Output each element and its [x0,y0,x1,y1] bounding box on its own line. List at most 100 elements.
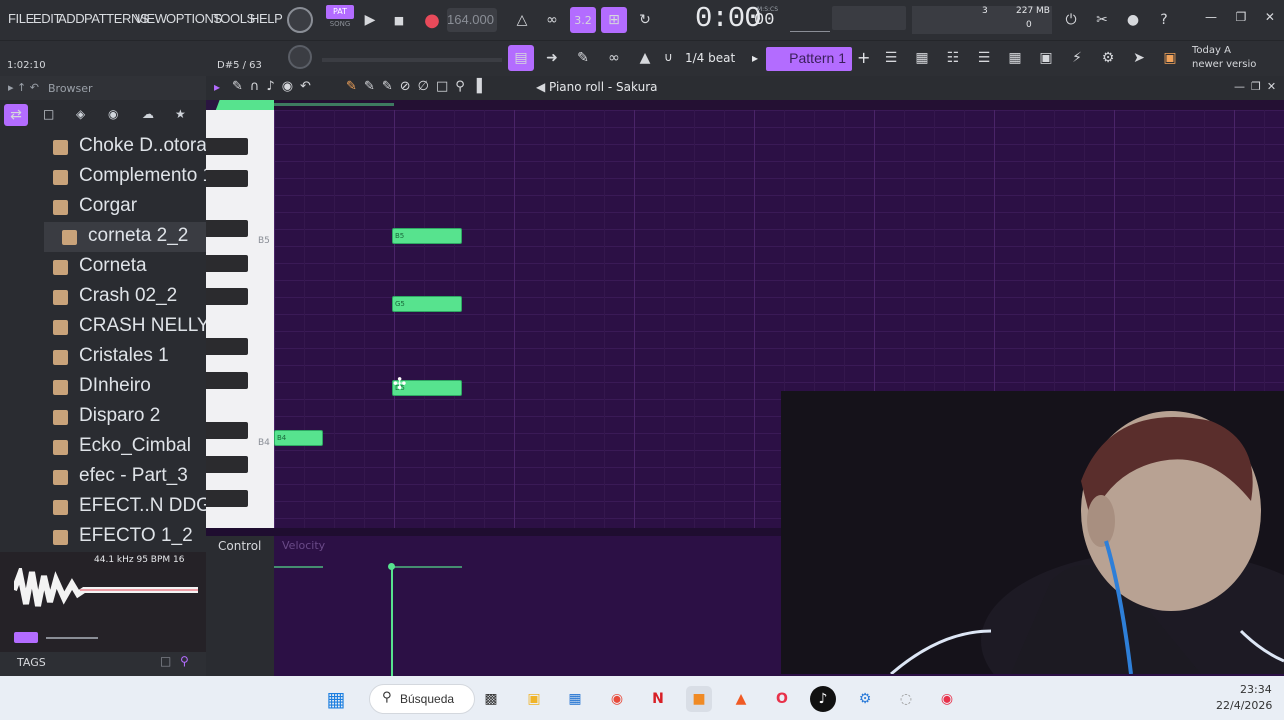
snap-value[interactable]: 1/4 beat [685,51,735,65]
note[interactable]: B4 [274,430,323,446]
velocity-stem[interactable] [391,566,393,676]
black-key[interactable] [206,338,248,355]
loop-record-button[interactable]: ↻ [632,7,658,33]
browser-item[interactable]: Corgar [50,192,206,222]
news-line-1[interactable]: Today A [1192,45,1231,56]
cloud-tab-icon[interactable]: ☁ [142,107,154,121]
browser-item[interactable]: Choke D..otora 2 [50,132,206,162]
mixer-button[interactable]: ☰ [971,45,997,71]
menu-help[interactable]: HELP [250,11,283,26]
menu-tools[interactable]: TOOLS [213,11,255,26]
browser-item[interactable]: Disparo 2 [50,402,206,432]
velocity-bar[interactable] [392,566,462,568]
netflix-button[interactable]: N [645,686,671,712]
start-button[interactable]: ▦ [323,686,349,712]
browser-item[interactable]: Ecko_Cimbal [50,432,206,462]
master-volume-knob[interactable] [287,7,313,33]
timeline-bar[interactable] [274,100,1284,110]
speaker-icon[interactable]: ◀ [536,80,545,94]
menu-edit[interactable]: EDIT [33,11,61,26]
tempo-display[interactable]: 164.000 [447,8,497,32]
folder-icon[interactable]: □ [160,654,171,668]
browser-item[interactable]: EFECT..N DDGH [50,492,206,522]
velocity-bar[interactable] [274,566,323,568]
black-key[interactable] [206,220,248,237]
piano-roll-menu-icon[interactable]: ▸ [214,80,220,94]
browser-item[interactable]: Cristales 1 [50,342,206,372]
star-icon[interactable]: ★ [175,107,186,121]
stamp-button[interactable]: ▲ [632,45,658,71]
black-key[interactable] [206,255,248,272]
preview-play-button[interactable] [14,632,38,643]
black-key[interactable] [206,456,248,473]
browser-item[interactable]: corneta 2_2 [44,222,206,252]
project-button[interactable]: ▣ [1033,45,1059,71]
browser-item[interactable]: CRASH NELLY_2 [50,312,206,342]
edit-tools[interactable]: ✎✎⊘∅□⚲▐ [364,79,489,94]
add-pattern-icon[interactable]: + [857,48,870,67]
record-audio-button[interactable]: ● [1120,7,1146,33]
black-key[interactable] [206,490,248,507]
menu-file[interactable]: FILE [8,11,34,26]
opera-button[interactable]: O [769,686,795,712]
brave-button[interactable]: ▲ [728,686,754,712]
play-button[interactable]: ▶ [357,7,383,33]
app-button[interactable]: ◌ [893,686,919,712]
chrome-button[interactable]: ◉ [604,686,630,712]
link-button[interactable]: ∞ [601,45,627,71]
browser-item[interactable]: DInheiro [50,372,206,402]
wait-input-button[interactable]: ∞ [539,7,565,33]
piano-roll-window-controls[interactable]: —❐✕ [1234,80,1282,93]
draw-pencil-icon[interactable]: ✎ [346,79,357,94]
close-icon[interactable]: ✕ [1265,10,1275,24]
tags-label[interactable]: TAGS [17,656,46,669]
pattern-prev-icon[interactable]: ▸ [752,51,758,65]
help-button[interactable]: ? [1151,7,1177,33]
velocity-handle[interactable] [388,563,395,570]
pat-mode-button[interactable]: PAT [326,5,354,19]
channel-rack-button[interactable]: ☷ [940,45,966,71]
black-key[interactable] [206,138,248,155]
piano-roll-toggle[interactable]: ▦ [909,45,935,71]
song-time-display[interactable]: 0:00 [695,2,762,35]
clock-date[interactable]: 22/4/2026 [1216,699,1272,712]
cut-button[interactable]: ✂ [1089,7,1115,33]
record-button[interactable]: ● [419,7,445,33]
piano-roll-button[interactable]: ▤ [508,45,534,71]
song-mode-button[interactable]: SONG [326,20,354,32]
menu-view[interactable]: VIEW [135,11,167,26]
metronome-button[interactable]: △ [509,7,535,33]
store-button[interactable]: ▦ [562,686,588,712]
control-label[interactable]: Control [218,539,261,553]
browser-item[interactable]: Complemento 1 [50,162,206,192]
position-slider[interactable] [322,58,502,62]
reset-button[interactable]: ⏻ [1058,7,1084,33]
black-key[interactable] [206,422,248,439]
magnet-icon[interactable]: ∪ [664,50,673,64]
browser-nav-icons[interactable]: ▸ ↑ ↶ [8,81,39,94]
browser-button[interactable]: ▦ [1002,45,1028,71]
tiktok-button[interactable]: ♪ [810,686,836,712]
settings-button[interactable]: ⚙ [852,686,878,712]
stop-button[interactable]: ■ [386,7,412,33]
shop-button[interactable]: ▣ [1157,45,1183,71]
minimize-icon[interactable]: — [1205,10,1217,24]
draw-tool-button[interactable]: ✎ [570,45,596,71]
all-tab[interactable]: ⇄ [4,104,28,126]
piano-roll-tools[interactable]: ✎∩♪◉↶ [232,79,318,94]
task-view-button[interactable]: ▩ [478,686,504,712]
restore-icon[interactable]: ❐ [1236,10,1247,24]
black-key[interactable] [206,288,248,305]
plugin-button[interactable]: ⚡ [1064,45,1090,71]
files-tab-icon[interactable]: □ [43,107,54,121]
search-icon[interactable]: ⚲ [180,654,189,668]
arrow-button[interactable]: ➜ [539,45,565,71]
menu-add[interactable]: ADD [58,11,85,26]
black-key[interactable] [206,372,248,389]
plugins-tab-icon[interactable]: ◈ [76,107,85,121]
browser-item[interactable]: Corneta [50,252,206,282]
recorder-button[interactable]: ◉ [934,686,960,712]
browser-item[interactable]: efec - Part_3 [50,462,206,492]
note[interactable]: G5 [392,296,462,312]
pattern-selector[interactable]: Pattern 1 [766,47,852,71]
